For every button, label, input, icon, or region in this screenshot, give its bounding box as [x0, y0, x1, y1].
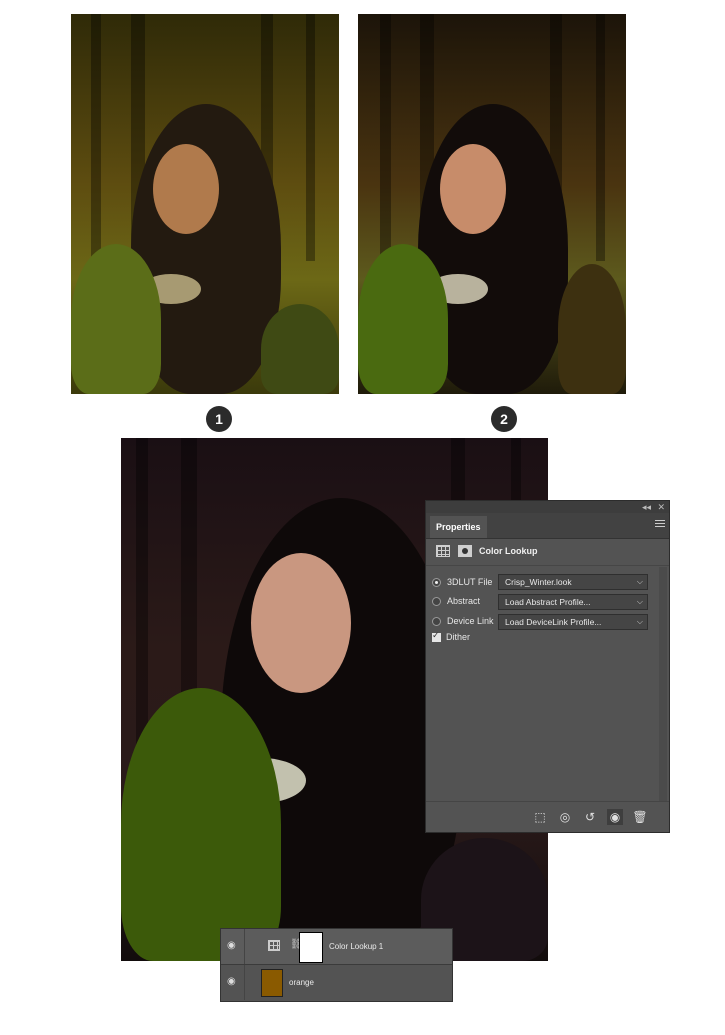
mask-icon[interactable] — [458, 545, 472, 557]
tree-trunk — [380, 14, 391, 261]
lookup-table-icon — [268, 940, 280, 951]
visibility-icon[interactable]: ◉ — [607, 809, 623, 825]
close-icon[interactable]: ✕ — [657, 501, 665, 513]
radio-abstract[interactable] — [432, 596, 441, 606]
photo-step-2 — [358, 14, 626, 394]
fill-color-thumbnail[interactable] — [261, 969, 283, 997]
foliage — [558, 264, 626, 394]
tree-trunk — [306, 14, 315, 261]
panel-menu-icon[interactable] — [655, 520, 665, 529]
tree-trunk — [596, 14, 605, 261]
radio-device-link[interactable] — [432, 616, 441, 626]
reset-icon[interactable]: ↺ — [582, 809, 598, 825]
layers-panel: ◉ ⛓ Color Lookup 1 ◉ orange — [220, 928, 453, 1002]
panel-bottom-toolbar: ⬚ ◎ ↺ ◉ 🗑 — [426, 801, 669, 832]
layer-row-color-lookup[interactable]: ◉ ⛓ Color Lookup 1 — [221, 929, 452, 965]
option-3dlut-file[interactable]: 3DLUT File — [432, 573, 492, 591]
layer-divider — [244, 965, 245, 1000]
layer-name: Color Lookup 1 — [329, 942, 384, 951]
dither-checkbox[interactable] — [432, 630, 441, 642]
portrait-face — [251, 553, 351, 693]
portrait-face — [440, 144, 506, 234]
step-badge-1: 1 — [206, 406, 232, 432]
panel-tabbar: Properties — [426, 513, 669, 539]
portrait-face — [153, 144, 219, 234]
adjustment-title: Color Lookup — [479, 546, 538, 556]
delete-icon[interactable]: 🗑 — [632, 809, 648, 825]
select-value: Crisp_Winter.look — [505, 577, 572, 587]
panel-scrollbar[interactable] — [659, 567, 667, 801]
select-value: Load Abstract Profile... — [505, 597, 591, 607]
mask-circle — [462, 548, 468, 554]
layer-mask-thumbnail[interactable] — [299, 932, 323, 963]
abstract-profile-select[interactable]: Load Abstract Profile... ⌵ — [498, 594, 648, 610]
layer-name: orange — [289, 978, 314, 987]
select-value: Load DeviceLink Profile... — [505, 617, 602, 627]
dither-option[interactable]: Dither — [432, 628, 470, 646]
eye-icon[interactable]: ◉ — [227, 941, 239, 951]
option-label: 3DLUT File — [447, 577, 493, 587]
collapse-icon[interactable]: ◂◂ — [642, 501, 651, 513]
tree-trunk — [91, 14, 101, 261]
option-label: Abstract — [447, 596, 481, 606]
foliage — [121, 688, 281, 961]
lookup-table-icon[interactable] — [436, 545, 450, 557]
layer-row-orange[interactable]: ◉ orange — [221, 965, 452, 1000]
properties-panel: ◂◂ ✕ Properties Color Lookup 3DLUT File … — [425, 500, 670, 833]
layer-divider — [244, 929, 245, 964]
chevron-down-icon: ⌵ — [636, 577, 643, 586]
panel-topbar: ◂◂ ✕ — [426, 501, 669, 513]
foliage — [358, 244, 448, 394]
eye-icon[interactable]: ◉ — [227, 977, 239, 987]
clip-to-layer-icon[interactable]: ⬚ — [532, 809, 548, 825]
option-label: Device Link — [447, 616, 494, 626]
radio-3dlut-file[interactable] — [432, 577, 441, 587]
step-badge-2: 2 — [491, 406, 517, 432]
device-link-select[interactable]: Load DeviceLink Profile... ⌵ — [498, 614, 648, 630]
foliage — [71, 244, 161, 394]
3dlut-file-select[interactable]: Crisp_Winter.look ⌵ — [498, 574, 648, 590]
view-previous-icon[interactable]: ◎ — [557, 809, 573, 825]
tab-properties[interactable]: Properties — [430, 516, 487, 538]
chevron-down-icon: ⌵ — [636, 597, 643, 606]
dither-label: Dither — [446, 632, 471, 642]
chevron-down-icon: ⌵ — [636, 617, 643, 626]
adjustment-header: Color Lookup — [426, 539, 669, 566]
option-abstract[interactable]: Abstract — [432, 592, 480, 610]
photo-step-1 — [71, 14, 339, 394]
foliage — [261, 304, 339, 394]
